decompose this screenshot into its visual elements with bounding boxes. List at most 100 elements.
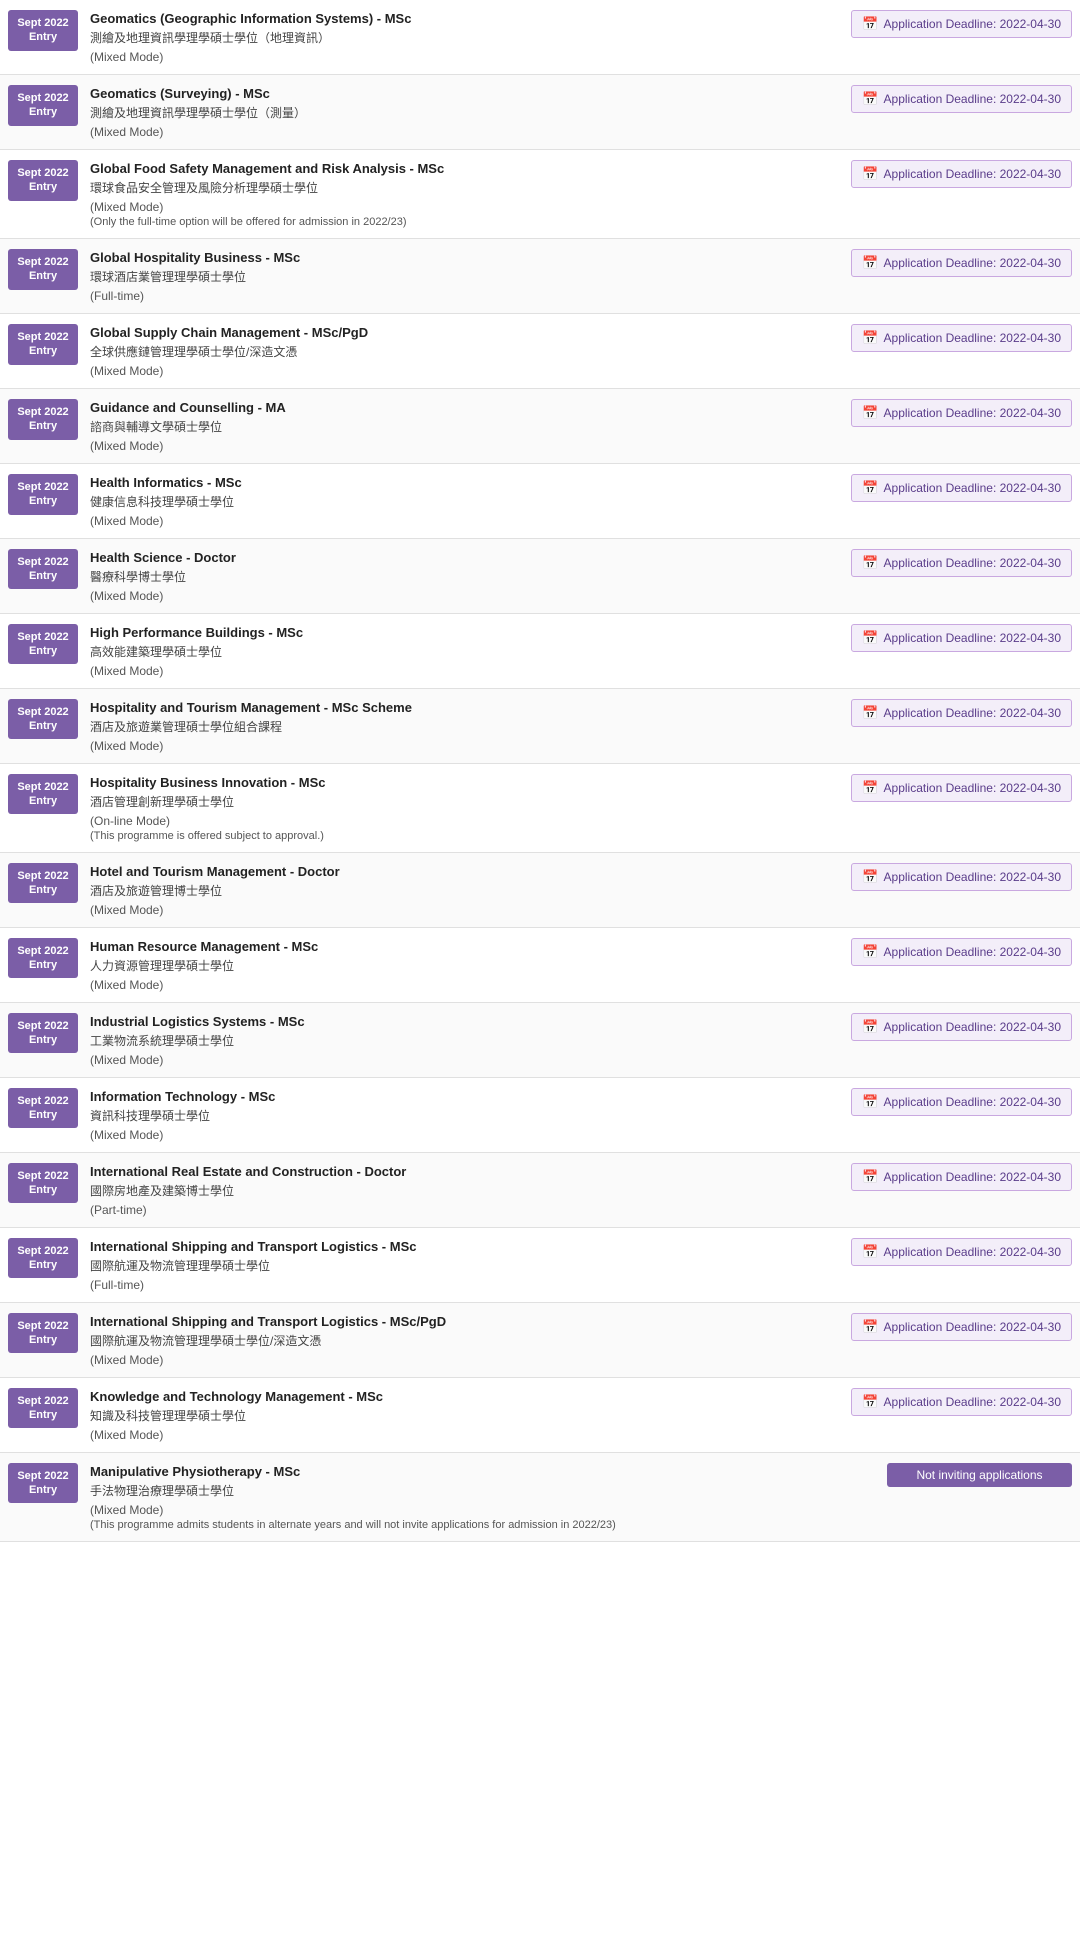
calendar-icon: 📅 — [862, 1094, 878, 1110]
program-info: International Shipping and Transport Log… — [90, 1313, 841, 1367]
program-info: Guidance and Counselling - MA諮商與輔導文學碩士學位… — [90, 399, 841, 453]
table-row: Sept 2022Entry International Shipping and… — [0, 1228, 1080, 1303]
deadline-badge: 📅Application Deadline: 2022-04-30 — [851, 324, 1072, 352]
table-row: Sept 2022EntryInformation Technology - M… — [0, 1078, 1080, 1153]
table-row: Sept 2022EntryHealth Informatics - MSc健康… — [0, 464, 1080, 539]
table-row: Sept 2022Entry International Shipping and… — [0, 1303, 1080, 1378]
program-title-en: International Shipping and Transport Log… — [90, 1238, 841, 1256]
program-title-zh: 環球酒店業管理理學碩士學位 — [90, 269, 841, 286]
table-row: Sept 2022EntryHospitality and Tourism Ma… — [0, 689, 1080, 764]
program-title-en: International Real Estate and Constructi… — [90, 1163, 841, 1181]
deadline-badge: 📅Application Deadline: 2022-04-30 — [851, 1088, 1072, 1116]
program-mode: (Full-time) — [90, 1278, 841, 1292]
table-row: Sept 2022EntryGuidance and Counselling -… — [0, 389, 1080, 464]
program-mode: (Mixed Mode) — [90, 903, 841, 917]
program-info: Industrial Logistics Systems - MSc 工業物流系統… — [90, 1013, 841, 1067]
entry-badge: Sept 2022Entry — [8, 699, 78, 740]
deadline-badge: 📅Application Deadline: 2022-04-30 — [851, 1238, 1072, 1266]
table-row: Sept 2022Entry Global Hospitality Busines… — [0, 239, 1080, 314]
calendar-icon: 📅 — [862, 255, 878, 271]
entry-badge: Sept 2022Entry — [8, 160, 78, 201]
entry-badge: Sept 2022Entry — [8, 1463, 78, 1504]
table-row: Sept 2022EntryIndustrial Logistics Syste… — [0, 1003, 1080, 1078]
program-title-en: Human Resource Management - MSc — [90, 938, 841, 956]
program-title-en: Global Hospitality Business - MSc — [90, 249, 841, 267]
table-row: Sept 2022Entry Global Food Safety Managem… — [0, 150, 1080, 239]
program-note: (Only the full-time option will be offer… — [90, 216, 841, 228]
program-mode: (Mixed Mode) — [90, 125, 841, 139]
program-mode: (Mixed Mode) — [90, 200, 841, 214]
entry-badge: Sept 2022Entry — [8, 249, 78, 290]
program-note: (This programme is offered subject to ap… — [90, 830, 841, 842]
calendar-icon: 📅 — [862, 1319, 878, 1335]
program-title-en: Knowledge and Technology Management - MS… — [90, 1388, 841, 1406]
program-title-zh: 測繪及地理資訊學理學碩士學位（地理資訊） — [90, 30, 841, 47]
entry-badge: Sept 2022Entry — [8, 938, 78, 979]
deadline-badge: 📅Application Deadline: 2022-04-30 — [851, 399, 1072, 427]
program-info: High Performance Buildings - MSc高效能建築理學碩… — [90, 624, 841, 678]
table-row: Sept 2022Entry Human Resource Management … — [0, 928, 1080, 1003]
no-application-badge: Not inviting applications — [887, 1463, 1072, 1487]
program-title-zh: 工業物流系統理學碩士學位 — [90, 1033, 841, 1050]
program-title-zh: 國際航運及物流管理理學碩士學位 — [90, 1258, 841, 1275]
entry-badge: Sept 2022Entry — [8, 1238, 78, 1279]
table-row: Sept 2022EntryHospitality Business Innov… — [0, 764, 1080, 853]
program-mode: (Part-time) — [90, 1203, 841, 1217]
table-row: Sept 2022EntryGlobal Supply Chain Manage… — [0, 314, 1080, 389]
program-mode: (Mixed Mode) — [90, 1428, 841, 1442]
program-title-zh: 環球食品安全管理及風險分析理學碩士學位 — [90, 180, 841, 197]
program-mode: (Mixed Mode) — [90, 589, 841, 603]
calendar-icon: 📅 — [862, 16, 878, 32]
program-info: International Real Estate and Constructi… — [90, 1163, 841, 1217]
program-title-en: Geomatics (Surveying) - MSc — [90, 85, 841, 103]
program-mode: (Mixed Mode) — [90, 1128, 841, 1142]
program-title-zh: 測繪及地理資訊學理學碩士學位（測量） — [90, 105, 841, 122]
calendar-icon: 📅 — [862, 405, 878, 421]
program-title-en: International Shipping and Transport Log… — [90, 1313, 841, 1331]
deadline-badge: 📅Application Deadline: 2022-04-30 — [851, 938, 1072, 966]
deadline-badge: 📅Application Deadline: 2022-04-30 — [851, 1163, 1072, 1191]
program-mode: (Mixed Mode) — [90, 50, 841, 64]
program-mode: (Mixed Mode) — [90, 514, 841, 528]
program-title-zh: 知識及科技管理理學碩士學位 — [90, 1408, 841, 1425]
deadline-badge: 📅Application Deadline: 2022-04-30 — [851, 249, 1072, 277]
entry-badge: Sept 2022Entry — [8, 10, 78, 51]
program-title-en: Hotel and Tourism Management - Doctor — [90, 863, 841, 881]
program-info: Information Technology - MSc資訊科技理學碩士學位(M… — [90, 1088, 841, 1142]
program-info: Global Supply Chain Management - MSc/PgD… — [90, 324, 841, 378]
calendar-icon: 📅 — [862, 1244, 878, 1260]
program-title-en: Health Science - Doctor — [90, 549, 841, 567]
program-info: International Shipping and Transport Log… — [90, 1238, 841, 1292]
program-mode: (Mixed Mode) — [90, 439, 841, 453]
program-info: Health Informatics - MSc健康信息科技理學碩士學位(Mix… — [90, 474, 841, 528]
program-title-en: High Performance Buildings - MSc — [90, 624, 841, 642]
deadline-badge: 📅Application Deadline: 2022-04-30 — [851, 549, 1072, 577]
program-title-zh: 國際房地產及建築博士學位 — [90, 1183, 841, 1200]
entry-badge: Sept 2022Entry — [8, 1313, 78, 1354]
program-info: Knowledge and Technology Management - MS… — [90, 1388, 841, 1442]
program-title-en: Global Supply Chain Management - MSc/PgD — [90, 324, 841, 342]
deadline-badge: 📅Application Deadline: 2022-04-30 — [851, 474, 1072, 502]
program-mode: (Full-time) — [90, 289, 841, 303]
program-title-zh: 全球供應鏈管理理學碩士學位/深造文憑 — [90, 344, 841, 361]
program-mode: (Mixed Mode) — [90, 364, 841, 378]
program-info: Global Food Safety Management and Risk A… — [90, 160, 841, 228]
entry-badge: Sept 2022Entry — [8, 85, 78, 126]
program-title-zh: 資訊科技理學碩士學位 — [90, 1108, 841, 1125]
calendar-icon: 📅 — [862, 1019, 878, 1035]
program-title-en: Global Food Safety Management and Risk A… — [90, 160, 841, 178]
entry-badge: Sept 2022Entry — [8, 863, 78, 904]
program-mode: (Mixed Mode) — [90, 1353, 841, 1367]
deadline-badge: 📅Application Deadline: 2022-04-30 — [851, 85, 1072, 113]
program-title-en: Industrial Logistics Systems - MSc — [90, 1013, 841, 1031]
entry-badge: Sept 2022Entry — [8, 774, 78, 815]
deadline-badge: 📅Application Deadline: 2022-04-30 — [851, 160, 1072, 188]
program-mode: (Mixed Mode) — [90, 1503, 877, 1517]
program-note: (This programme admits students in alter… — [90, 1519, 877, 1531]
program-title-zh: 手法物理治療理學碩士學位 — [90, 1483, 877, 1500]
program-title-zh: 健康信息科技理學碩士學位 — [90, 494, 841, 511]
table-row: Sept 2022Entry Hotel and Tourism Manageme… — [0, 853, 1080, 928]
program-title-zh: 酒店及旅遊業管理碩士學位組合課程 — [90, 719, 841, 736]
calendar-icon: 📅 — [862, 869, 878, 885]
deadline-badge: 📅Application Deadline: 2022-04-30 — [851, 774, 1072, 802]
